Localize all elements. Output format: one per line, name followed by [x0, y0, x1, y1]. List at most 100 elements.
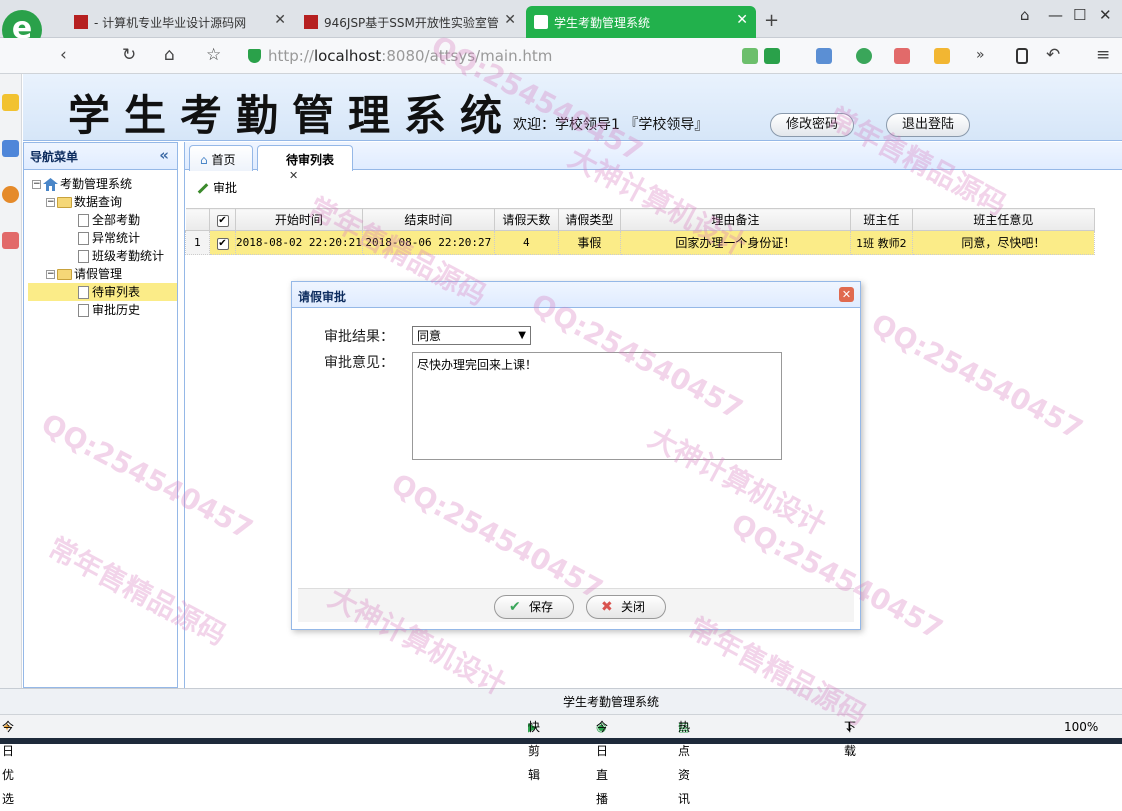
row-select-cell[interactable]: ✔ — [209, 230, 236, 255]
file-icon — [78, 250, 89, 263]
grid-toolbar: 审批 — [185, 170, 1122, 202]
security-icon[interactable] — [856, 48, 872, 64]
tree-node-all-attendance[interactable]: 全部考勤 — [24, 211, 177, 229]
file-icon — [78, 286, 89, 299]
save-button[interactable]: ✔ 保存 — [494, 595, 574, 619]
browser-tab-active[interactable]: 学生考勤管理系统 ✕ — [526, 6, 756, 38]
nav-header: 导航菜单 « — [24, 143, 177, 170]
select-all-checkbox[interactable]: ✔ — [216, 215, 229, 227]
opinion-textarea[interactable]: 尽快办理完回来上课！ — [412, 352, 782, 460]
undo-icon[interactable]: ↶ — [1046, 45, 1060, 65]
column-header[interactable]: 班主任意见 — [911, 208, 1095, 231]
more-icon[interactable]: » — [976, 47, 985, 63]
extension-icon[interactable] — [816, 48, 832, 64]
menu-icon[interactable]: ≡ — [1096, 45, 1110, 65]
maximize-icon[interactable]: ☐ — [1073, 6, 1086, 24]
home-icon[interactable]: ⌂ — [164, 45, 175, 65]
lightning-icon[interactable] — [764, 48, 780, 64]
welcome-text: 欢迎：学校领导1 『学校领导』 — [513, 117, 709, 133]
tree-node-label: 数据查询 — [74, 195, 123, 209]
file-icon — [78, 232, 89, 245]
new-tab-icon[interactable]: + — [764, 10, 779, 31]
column-header[interactable]: 理由备注 — [619, 208, 851, 231]
browser-tab-label: - 计算机专业毕业设计源码网 — [94, 16, 247, 30]
change-password-button[interactable]: 修改密码 — [770, 113, 854, 137]
column-header[interactable]: 开始时间 — [235, 208, 363, 231]
close-tab-icon[interactable]: ✕ — [736, 12, 748, 28]
star-icon[interactable]: ☆ — [206, 45, 221, 65]
tree-node-root[interactable]: − 考勤管理系统 — [24, 175, 177, 193]
address-bar: ‹ ↻ ⌂ ☆ http://localhost:8080/attsys/mai… — [0, 38, 1122, 74]
end-time-cell: 2018-08-06 22:20:27 — [361, 230, 495, 255]
site-favicon-icon — [74, 15, 88, 29]
screenshot-icon[interactable] — [934, 48, 950, 64]
result-label: 审批结果： — [324, 329, 394, 345]
checkmark-icon: ✔ — [509, 599, 521, 615]
tree-node-label: 全部考勤 — [92, 213, 141, 227]
close-tab-icon[interactable]: ✕ — [504, 12, 516, 28]
shirt-skin-icon[interactable]: ⌂ — [1020, 6, 1030, 24]
column-header[interactable]: 结束时间 — [361, 208, 495, 231]
sidebar-toggle-icon[interactable] — [1016, 48, 1028, 64]
column-header[interactable]: 请假类型 — [557, 208, 621, 231]
select-all-header[interactable]: ✔ — [209, 208, 236, 231]
close-button-label: 关闭 — [621, 600, 646, 614]
logout-button[interactable]: 退出登陆 — [886, 113, 970, 137]
dialog-close-icon[interactable]: ✕ — [839, 287, 854, 302]
file-icon — [78, 214, 89, 227]
tree-node-approval-history[interactable]: 审批历史 — [24, 301, 177, 319]
collapse-icon[interactable]: « — [159, 146, 169, 164]
approve-button[interactable]: 审批 — [197, 181, 237, 195]
weibo-icon[interactable] — [2, 186, 19, 203]
close-button[interactable]: ✖ 关闭 — [586, 595, 666, 619]
tree-node-label: 异常统计 — [92, 231, 141, 245]
tree-node-data-query[interactable]: − 数据查询 — [24, 193, 177, 211]
list-icon[interactable] — [2, 140, 19, 157]
row-number: 1 — [185, 230, 210, 255]
translate-icon[interactable] — [894, 48, 910, 64]
days-cell: 4 — [493, 230, 559, 255]
folder-open-icon — [57, 197, 72, 208]
column-header[interactable]: 班主任 — [849, 208, 913, 231]
tree-node-pending-list[interactable]: 待审列表 — [28, 283, 177, 301]
house-icon — [43, 178, 58, 191]
tab-pending-list[interactable]: 待审列表 ✕ — [257, 145, 353, 182]
tree-node-class-stats[interactable]: 班级考勤统计 — [24, 247, 177, 265]
tab-label: 待审列表 — [286, 153, 335, 167]
tree-expand-icon[interactable]: − — [32, 180, 41, 189]
speed-icon[interactable] — [742, 48, 758, 64]
site-favicon-icon — [534, 15, 548, 29]
opinion-cell: 同意，尽快吧！ — [911, 230, 1095, 255]
column-header[interactable]: 请假天数 — [493, 208, 559, 231]
url-input[interactable]: http://localhost:8080/attsys/main.htm — [244, 44, 734, 68]
row-number-header — [185, 208, 210, 231]
tree-node-abnormal-stats[interactable]: 异常统计 — [24, 229, 177, 247]
result-select[interactable]: 同意 ▼ — [412, 326, 531, 345]
browser-tab[interactable]: - 计算机专业毕业设计源码网 ✕ — [66, 6, 294, 38]
reload-icon[interactable]: ↻ — [122, 45, 136, 65]
close-tab-icon[interactable]: ✕ — [289, 169, 298, 182]
browser-tab-bar: - 计算机专业毕业设计源码网 ✕ 946JSP基于SSM开放性实验室管 ✕ 学生… — [0, 0, 1122, 38]
file-icon — [78, 304, 89, 317]
back-icon[interactable]: ‹ — [60, 45, 67, 65]
minimize-icon[interactable]: — — [1048, 6, 1063, 24]
browser-tab[interactable]: 946JSP基于SSM开放性实验室管 ✕ — [296, 6, 524, 38]
row-checkbox[interactable]: ✔ — [216, 238, 229, 250]
tree-node-leave-management[interactable]: − 请假管理 — [24, 265, 177, 283]
tree-expand-icon[interactable]: − — [46, 270, 55, 279]
mail-icon[interactable] — [2, 232, 19, 249]
tab-home[interactable]: ⌂ 首页 — [189, 145, 253, 171]
tab-label: 首页 — [211, 153, 236, 167]
zoom-level[interactable]: 100% — [1064, 715, 1098, 739]
close-window-icon[interactable]: ✕ — [1099, 6, 1112, 24]
favorites-icon[interactable] — [2, 94, 19, 111]
tree-node-label: 班级考勤统计 — [92, 249, 165, 263]
browser-tab-label: 946JSP基于SSM开放性实验室管 — [324, 16, 499, 30]
app-header: 学生考勤管理系统 欢迎：学校领导1 『学校领导』 修改密码 退出登陆 — [23, 74, 1122, 141]
tree-expand-icon[interactable]: − — [46, 198, 55, 207]
pencil-icon — [197, 183, 209, 194]
url-host: localhost — [313, 47, 382, 65]
result-select-value: 同意 — [417, 329, 442, 343]
close-tab-icon[interactable]: ✕ — [274, 12, 286, 28]
table-row[interactable]: 1 ✔ 2018-08-02 22:20:21 2018-08-06 22:20… — [185, 230, 1095, 255]
